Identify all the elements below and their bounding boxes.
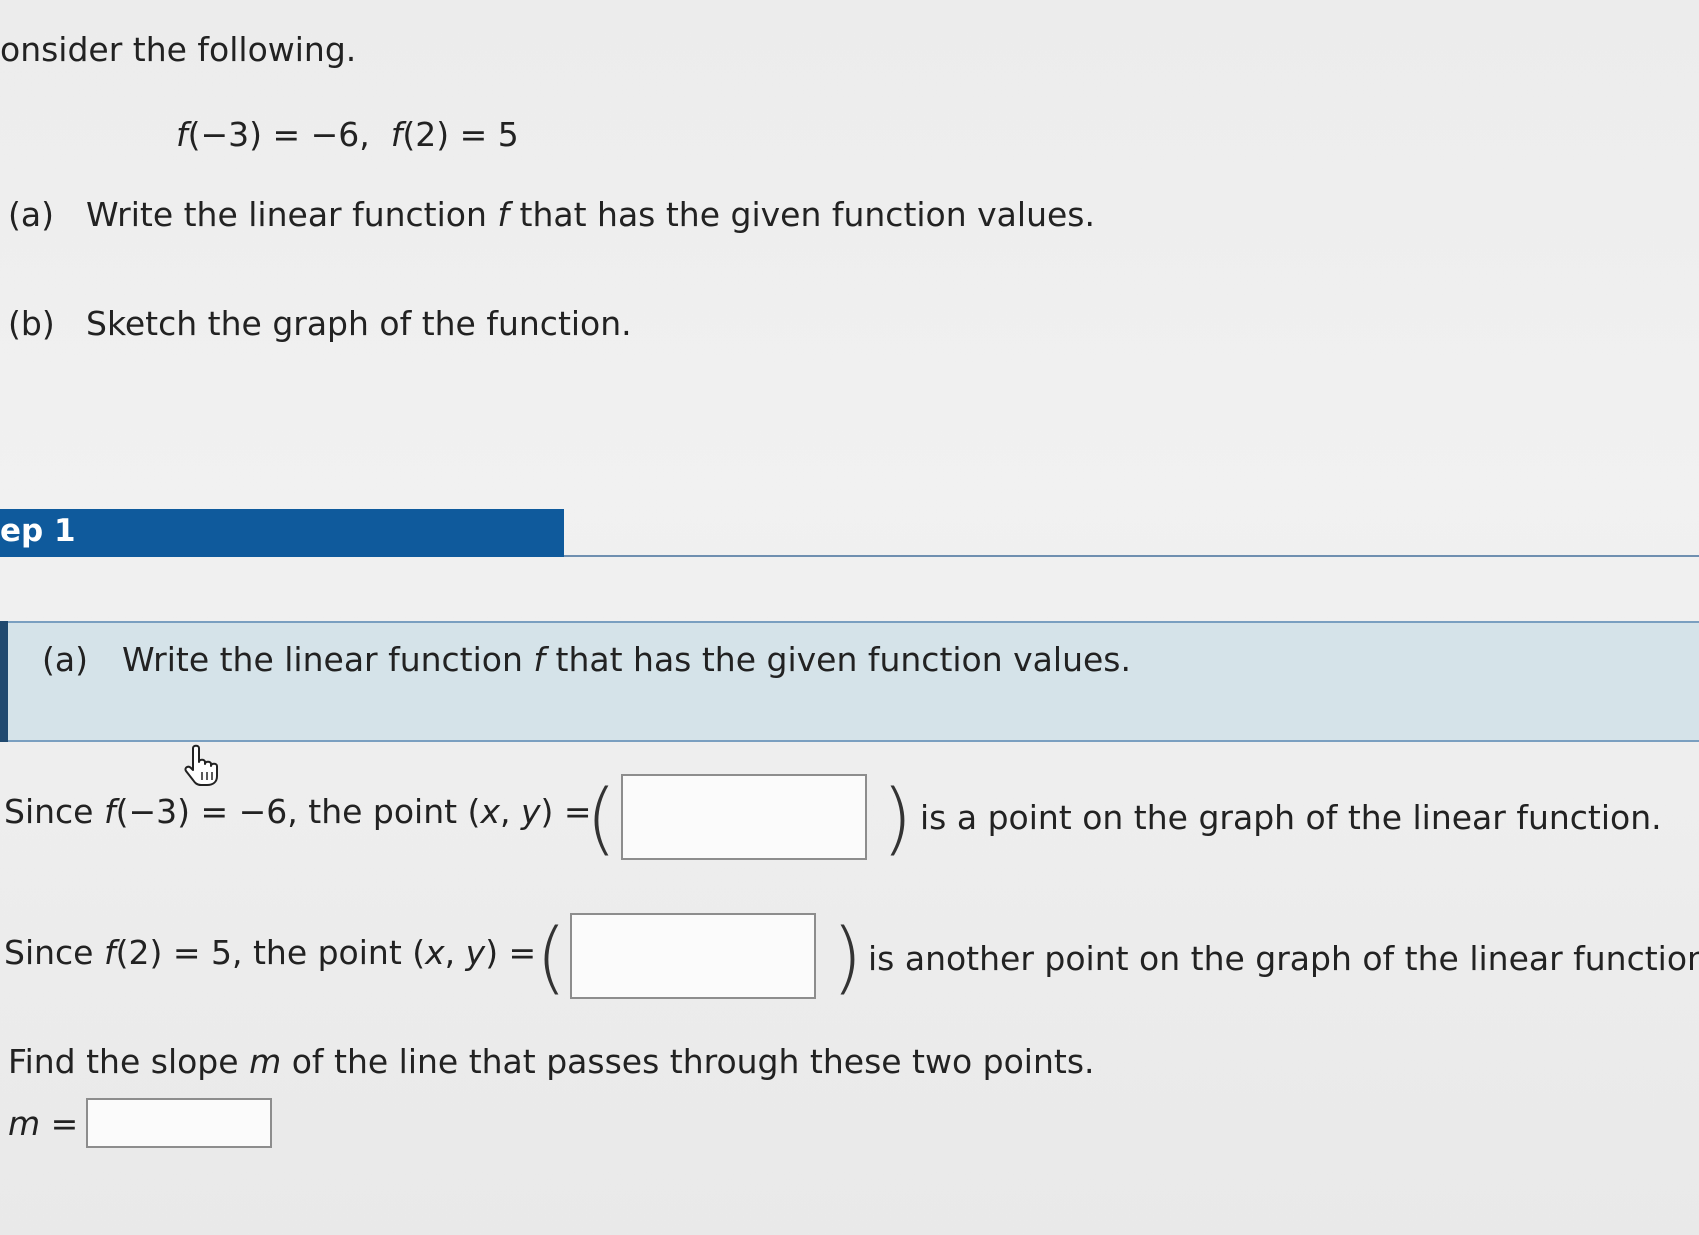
given-value-2: (2) = 5 (402, 115, 519, 154)
fn-symbol: f (390, 115, 403, 154)
given-value-1: (−3) = −6, (187, 115, 370, 154)
fn-symbol: f (497, 195, 510, 234)
banner-tag: (a) (42, 640, 88, 679)
banner-prompt: (a) Write the linear function f that has … (42, 640, 1131, 679)
fn-symbol: f (103, 933, 116, 972)
slope-input[interactable] (86, 1098, 272, 1148)
slope-label: m = (8, 1104, 79, 1143)
step-header-bar (0, 509, 564, 557)
open-paren: ( (536, 913, 567, 1003)
slope-symbol: m (249, 1042, 282, 1081)
part-b-prompt: (b) Sketch the graph of the function. (8, 304, 632, 343)
point-row-1: Since f(−3) = −6, the point (x, y) = ( )… (4, 774, 1662, 864)
step-label: ep 1 (0, 513, 76, 549)
point-row-2: Since f(2) = 5, the point (x, y) = ( ) i… (4, 913, 1699, 1023)
point1-trail-text: is a point on the graph of the linear fu… (920, 798, 1662, 837)
step-divider (564, 555, 1699, 557)
slope-prompt: Find the slope m of the line that passes… (8, 1042, 1095, 1081)
banner-accent (0, 621, 8, 742)
part-a-tag: (a) (8, 195, 54, 234)
part-a-prompt: (a) Write the linear function f that has … (8, 195, 1095, 234)
hand-cursor-icon (184, 744, 218, 786)
part-b-tag: (b) (8, 304, 55, 343)
close-paren: ) (832, 913, 863, 1003)
point1-input[interactable] (621, 774, 867, 860)
fn-symbol: f (176, 115, 188, 154)
close-paren: ) (882, 774, 913, 864)
point2-input[interactable] (570, 913, 816, 999)
given-values: f(−3) = −6, f(2) = 5 (176, 115, 519, 154)
fn-symbol: f (103, 792, 116, 831)
question-intro: onsider the following. (0, 30, 357, 69)
open-paren: ( (586, 774, 617, 864)
point2-trail-text: is another point on the graph of the lin… (868, 939, 1699, 978)
fn-symbol: f (533, 640, 546, 679)
